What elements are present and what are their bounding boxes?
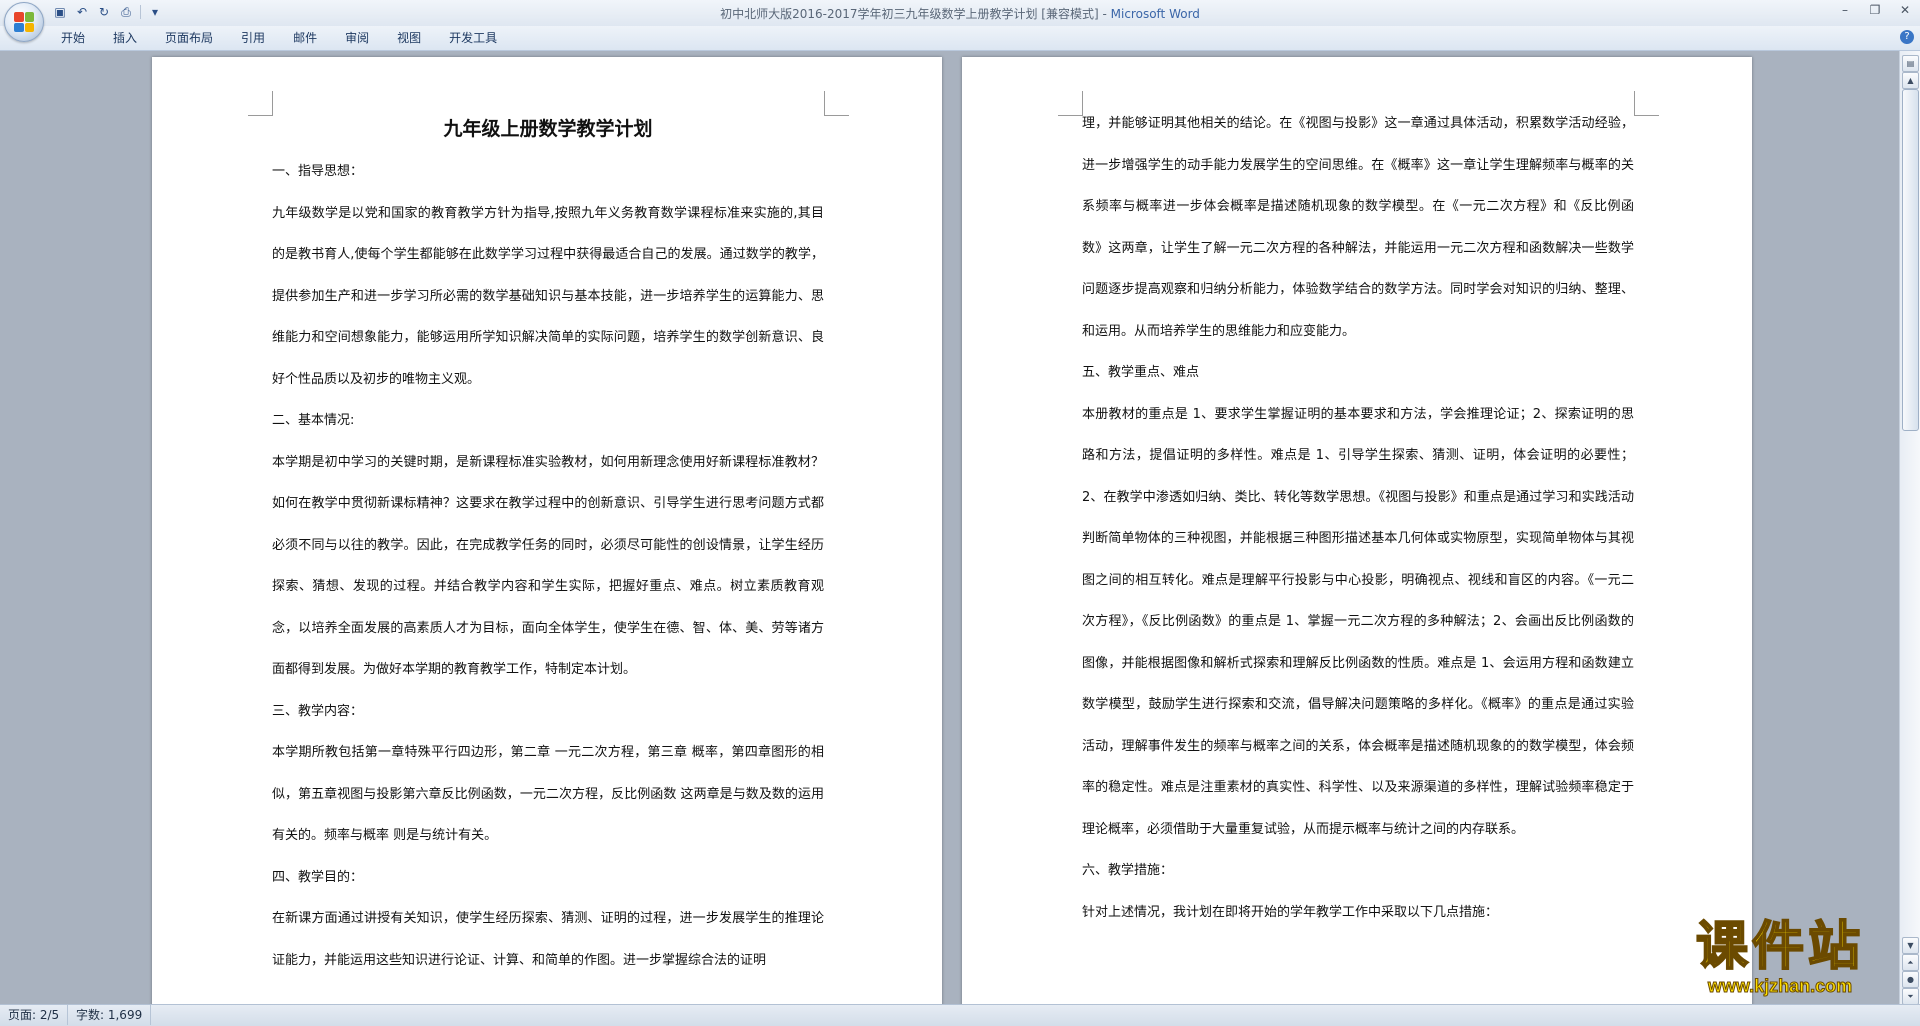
- paragraph: 本学期是初中学习的关键时期，是新课程标准实验教材，如何用新理念使用好新课程标准教…: [272, 454, 824, 678]
- section-heading: 一、指导思想：: [272, 164, 364, 179]
- vertical-scrollbar[interactable]: ▤ ▲ ▼ ⏶ ● ⏷: [1899, 51, 1920, 1005]
- app-name: Microsoft Word: [1110, 7, 1200, 21]
- tab-view[interactable]: 视图: [386, 28, 432, 48]
- paragraph: 本册教材的重点是 1、要求学生掌握证明的基本要求和方法，学会推理论证；2、探索证…: [1082, 406, 1634, 837]
- page-left-sections: 一、指导思想： 九年级数学是以党和国家的教育教学方针为指导,按照九年义务教育数学课…: [272, 151, 824, 981]
- office-logo-icon: [14, 12, 34, 32]
- page-left[interactable]: 九年级上册数学教学计划 一、指导思想： 九年级数学是以党和国家的教育教学方针为指导…: [152, 57, 942, 1004]
- watermark: 课件站 www.kjzhan.com: [1655, 916, 1905, 997]
- paragraph: 理，并能够证明其他相关的结论。在《视图与投影》这一章通过具体活动，积累数学活动经…: [1082, 116, 1634, 339]
- tab-insert[interactable]: 插入: [102, 28, 148, 48]
- crop-mark-top-right: [824, 91, 849, 116]
- page-right-sections: 理，并能够证明其他相关的结论。在《视图与投影》这一章通过具体活动，积累数学活动经…: [1082, 103, 1634, 933]
- doc-title: 九年级上册数学教学计划: [443, 118, 653, 140]
- tab-developer[interactable]: 开发工具: [438, 28, 508, 48]
- watermark-logo-text: 课件站: [1695, 916, 1864, 977]
- section-heading: 六、教学措施：: [1082, 863, 1174, 878]
- ribbon-tabs: 开始 插入 页面布局 引用 邮件 审阅 视图 开发工具: [50, 28, 514, 48]
- tab-page-layout[interactable]: 页面布局: [154, 28, 224, 48]
- minimize-button[interactable]: –: [1838, 3, 1852, 17]
- tab-review[interactable]: 审阅: [334, 28, 380, 48]
- scroll-thumb[interactable]: [1902, 89, 1919, 431]
- crop-mark-top-right: [1634, 91, 1659, 116]
- window-title: 初中北师大版2016-2017学年初三九年级数学上册教学计划 [兼容模式] - …: [0, 5, 1920, 22]
- title-bar: ▣ ↶ ↻ ⎙ ▾ 初中北师大版2016-2017学年初三九年级数学上册教学计划…: [0, 0, 1920, 27]
- tab-home[interactable]: 开始: [50, 28, 96, 48]
- tab-references[interactable]: 引用: [230, 28, 276, 48]
- paragraph: 在新课方面通过讲授有关知识，使学生经历探索、猜测、证明的过程，进一步发展学生的推…: [272, 911, 824, 968]
- status-word-count[interactable]: 字数: 1,699: [68, 1005, 152, 1025]
- tab-mailings[interactable]: 邮件: [282, 28, 328, 48]
- office-button[interactable]: [4, 2, 44, 42]
- page-left-body: 九年级上册数学教学计划 一、指导思想： 九年级数学是以党和国家的教育教学方针为指导…: [272, 105, 824, 981]
- section-heading: 五、教学重点、难点: [1082, 365, 1200, 380]
- status-page[interactable]: 页面: 2/5: [0, 1005, 69, 1025]
- help-icon[interactable]: ?: [1900, 30, 1914, 44]
- section-heading: 四、教学目的：: [272, 869, 364, 885]
- watermark-url: www.kjzhan.com: [1707, 976, 1853, 997]
- crop-mark-top-left: [1058, 91, 1083, 116]
- scroll-up-icon[interactable]: ▲: [1902, 72, 1919, 89]
- window-controls: – ❐ ✕: [1838, 3, 1912, 17]
- paragraph: 针对上述情况，我计划在即将开始的学年教学工作中采取以下几点措施：: [1082, 904, 1499, 920]
- ribbon: 开始 插入 页面布局 引用 邮件 审阅 视图 开发工具 ?: [0, 26, 1920, 51]
- page-right[interactable]: 理，并能够证明其他相关的结论。在《视图与投影》这一章通过具体活动，积累数学活动经…: [962, 57, 1752, 1004]
- status-bar: 页面: 2/5 字数: 1,699: [0, 1004, 1920, 1026]
- maximize-button[interactable]: ❐: [1868, 3, 1882, 17]
- paragraph: 九年级数学是以党和国家的教育教学方针为指导,按照九年义务教育数学课程标准来实施的…: [272, 205, 824, 387]
- crop-mark-top-left: [248, 91, 273, 116]
- section-heading: 三、教学内容：: [272, 703, 364, 719]
- paragraph: 本学期所教包括第一章特殊平行四边形，第二章 一元二次方程，第三章 概率，第四章图…: [272, 745, 824, 843]
- close-button[interactable]: ✕: [1898, 3, 1912, 17]
- ruler-toggle-icon[interactable]: ▤: [1902, 55, 1919, 72]
- page-right-body: 理，并能够证明其他相关的结论。在《视图与投影》这一章通过具体活动，积累数学活动经…: [1082, 103, 1634, 933]
- document-title: 初中北师大版2016-2017学年初三九年级数学上册教学计划 [兼容模式] -: [720, 7, 1111, 21]
- section-heading: 二、基本情况:: [272, 413, 355, 428]
- document-workspace: 九年级上册数学教学计划 一、指导思想： 九年级数学是以党和国家的教育教学方针为指导…: [0, 51, 1900, 1004]
